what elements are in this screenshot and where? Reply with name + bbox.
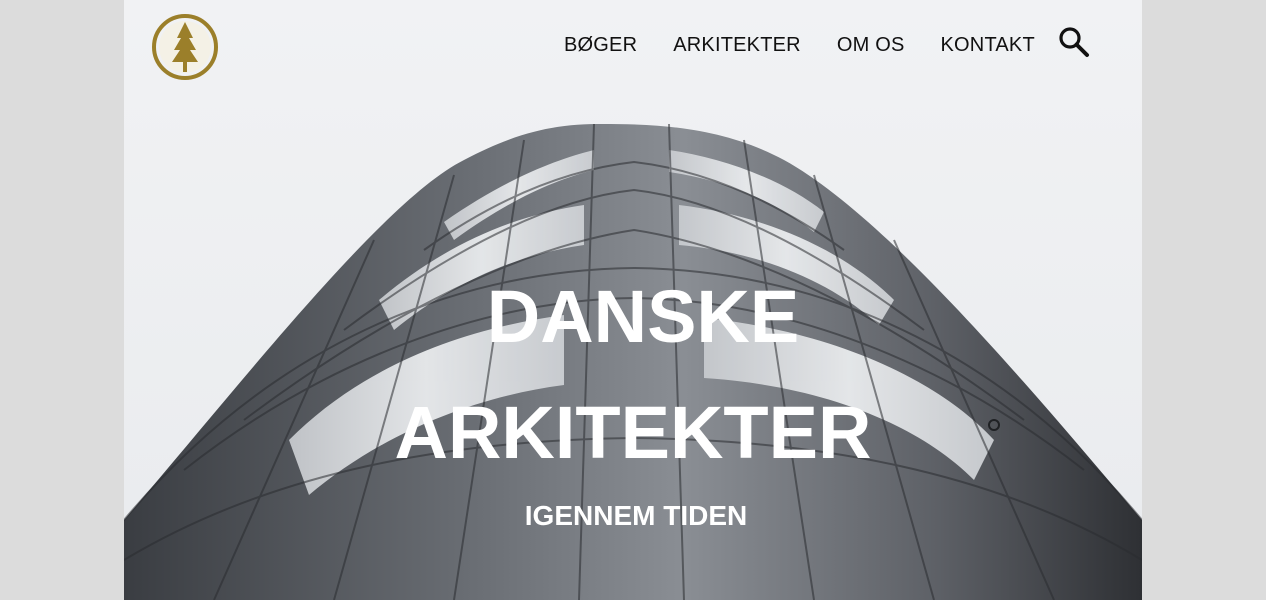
hero-title-line1: DANSKE	[486, 275, 800, 358]
site-header: BØGER ARKITEKTER OM OS KONTAKT	[124, 0, 1142, 92]
nav-item-om-os[interactable]: OM OS	[837, 34, 905, 57]
nav-item-boger[interactable]: BØGER	[564, 34, 637, 57]
page: BØGER ARKITEKTER OM OS KONTAKT DANSKE AR…	[124, 0, 1142, 600]
hero-subtitle: IGENNEM TIDEN	[524, 500, 748, 531]
search-icon[interactable]	[1058, 26, 1090, 58]
nav-item-kontakt[interactable]: KONTAKT	[941, 34, 1035, 57]
nav-item-arkitekter[interactable]: ARKITEKTER	[673, 34, 801, 57]
main-nav: BØGER ARKITEKTER OM OS KONTAKT	[564, 34, 1035, 57]
hero-title-line2: ARKITEKTER	[394, 391, 872, 474]
publisher-logo[interactable]	[150, 12, 220, 82]
hero-text: DANSKE ARKITEKTER IGENNEM TIDEN	[124, 280, 1142, 532]
